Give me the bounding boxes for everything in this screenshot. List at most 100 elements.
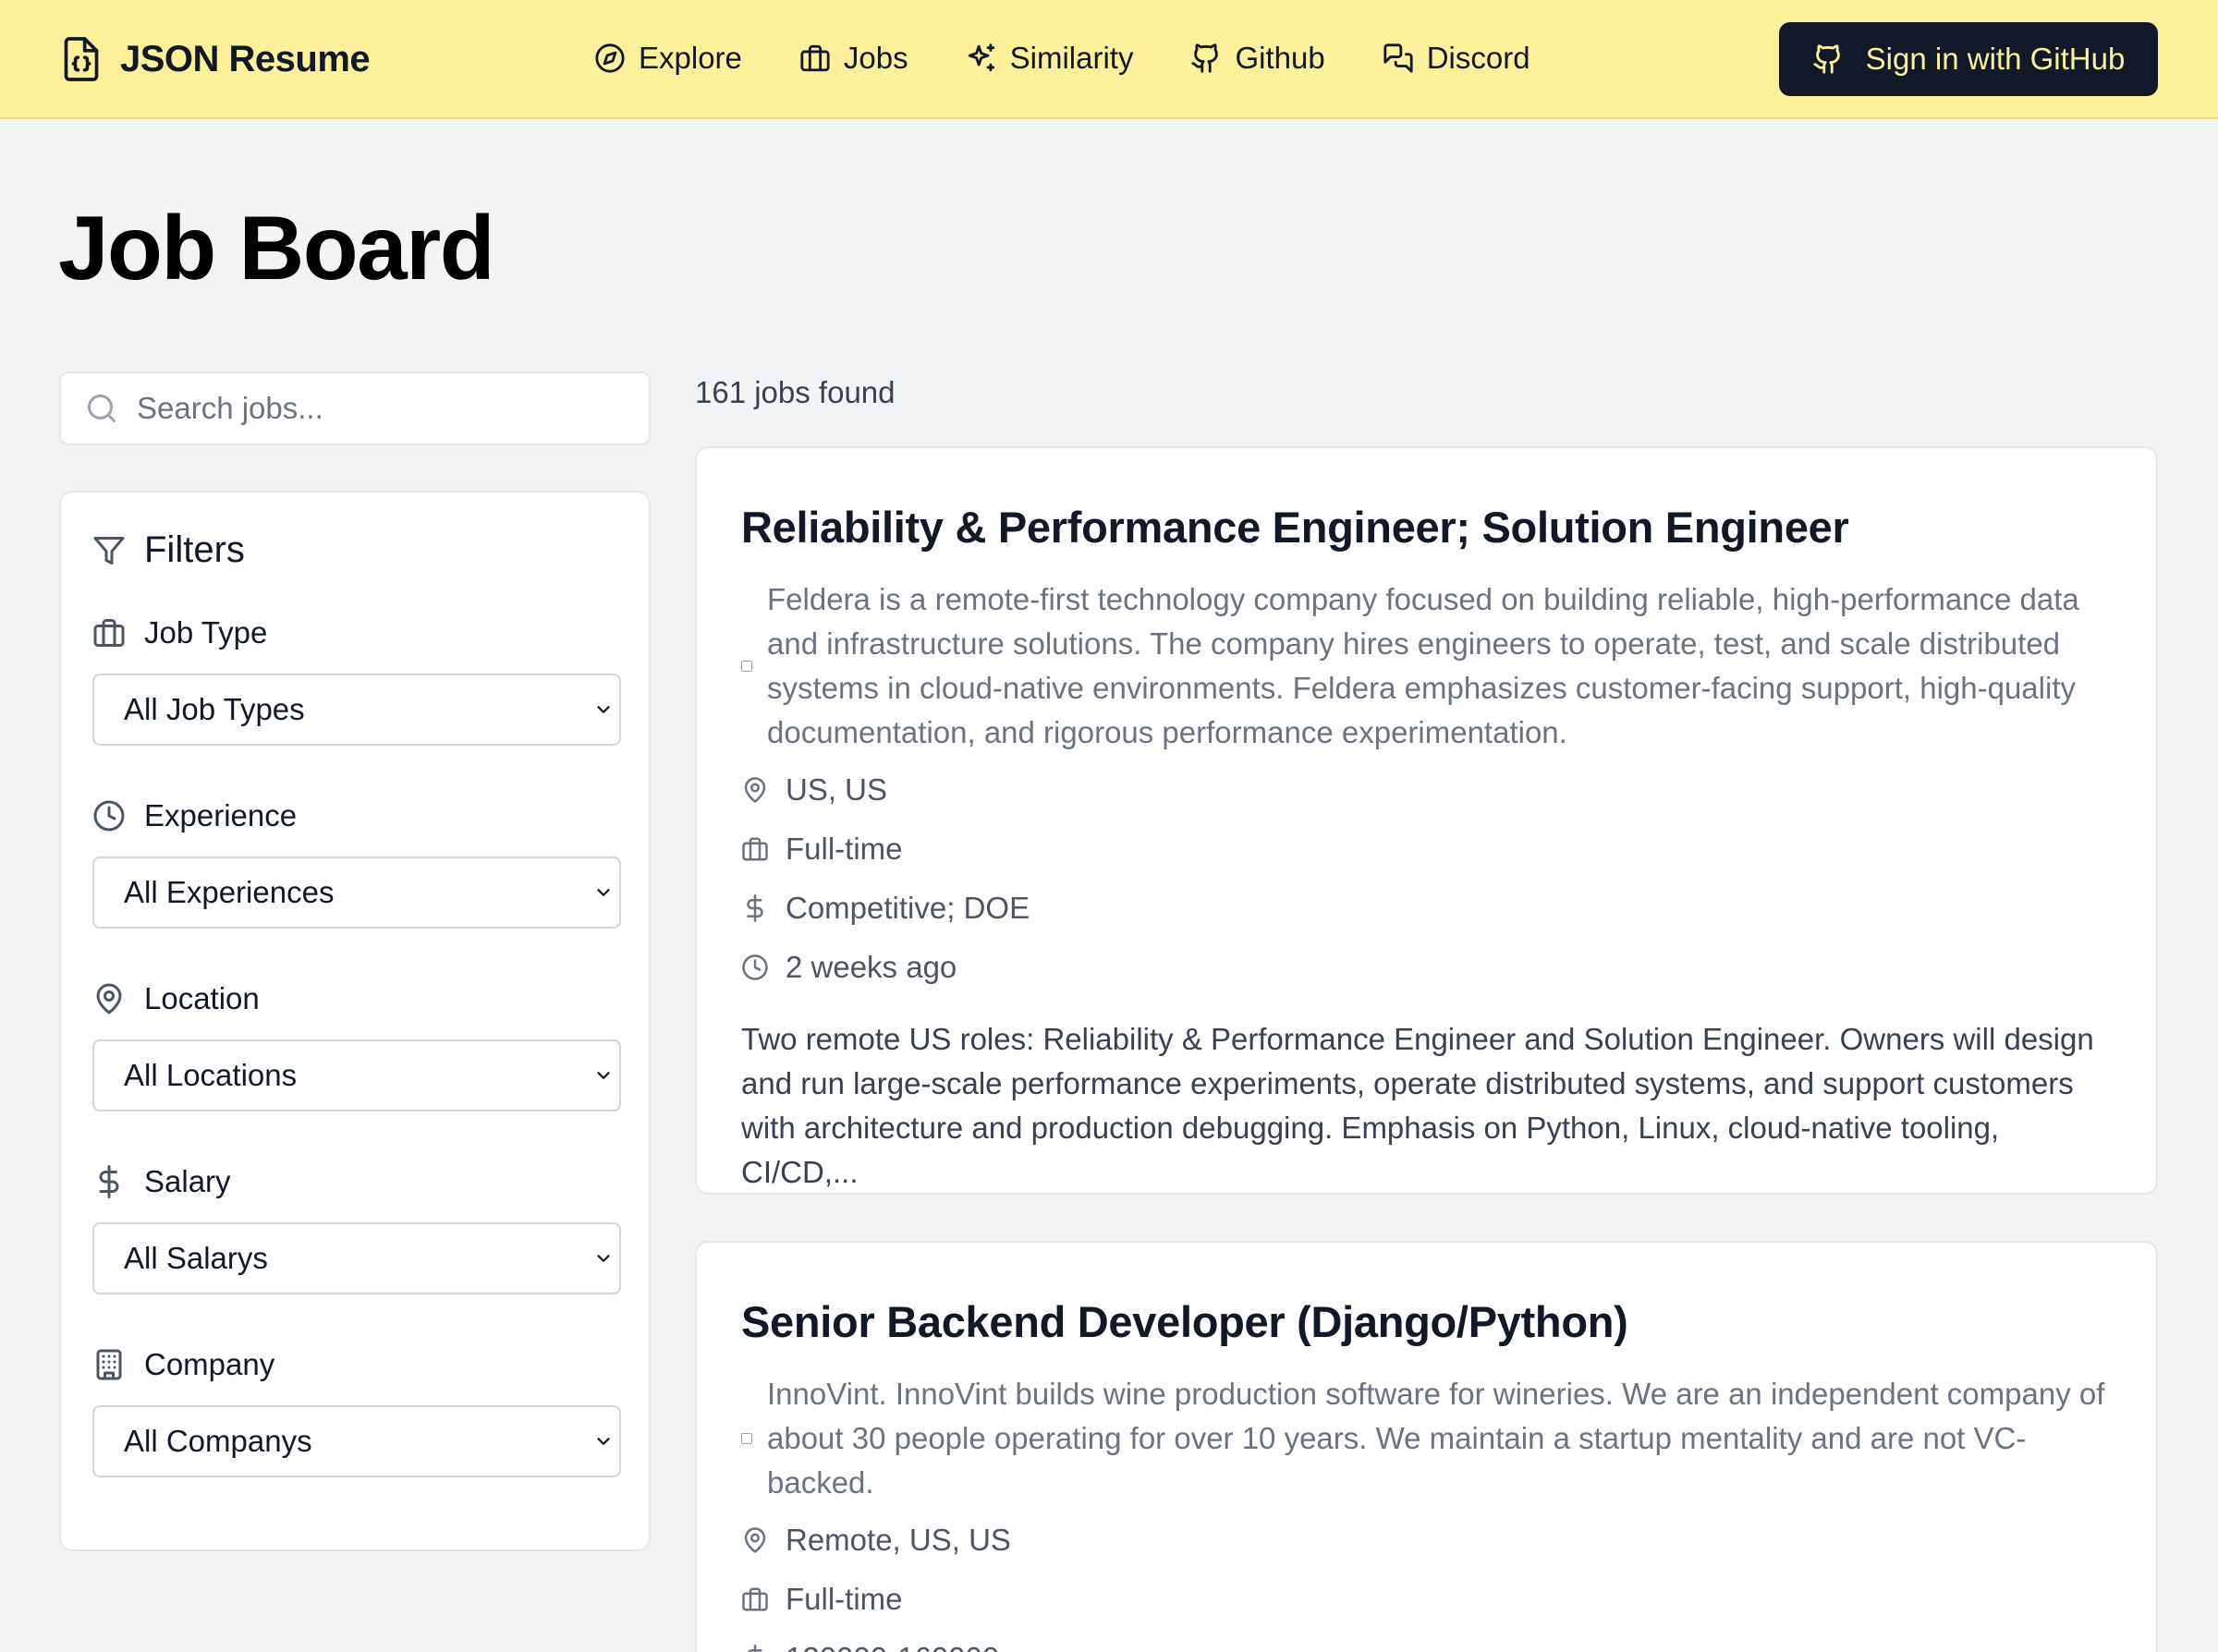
- job-salary: Competitive; DOE: [741, 890, 1030, 927]
- filter-experience: Experience All Experiences: [92, 797, 621, 929]
- job-card[interactable]: Reliability & Performance Engineer; Solu…: [695, 446, 2158, 1195]
- summary-line: and run large-scale performance experime…: [741, 1066, 2074, 1100]
- brand-link[interactable]: JSON Resume: [61, 37, 371, 81]
- results-count: 161 jobs found: [695, 375, 896, 409]
- top-navigation-bar: JSON Resume Explore Jobs Similarity Gith…: [0, 0, 2218, 119]
- company-logo-icon: [741, 1433, 752, 1444]
- company-select[interactable]: All Companys: [92, 1405, 621, 1477]
- search-icon: [85, 392, 118, 425]
- company-line: backed.: [767, 1465, 874, 1500]
- salary-selected: All Salarys: [124, 1241, 268, 1275]
- filters-header: Filters: [92, 529, 245, 571]
- job-salary-text: 120000-160000: [786, 1641, 999, 1652]
- sign-in-github-button[interactable]: Sign in with GitHub: [1779, 22, 2158, 96]
- chevron-down-icon: [597, 1255, 610, 1262]
- file-code-icon: [61, 37, 102, 81]
- filter-salary: Salary All Salarys: [92, 1163, 621, 1294]
- filter-company-label: Company: [144, 1347, 275, 1381]
- summary-line: Two remote US roles: Reliability & Perfo…: [741, 1022, 2094, 1056]
- experience-select[interactable]: All Experiences: [92, 856, 621, 929]
- chevron-down-icon: [597, 706, 610, 713]
- nav-explore-label: Explore: [639, 41, 742, 75]
- location-selected: All Locations: [124, 1058, 298, 1092]
- company-line: and infrastructure solutions. The compan…: [767, 626, 2061, 661]
- brand-name: JSON Resume: [120, 38, 371, 79]
- map-pin-icon: [741, 776, 769, 804]
- briefcase-icon: [799, 43, 831, 74]
- company-line: documentation, and rigorous performance …: [767, 715, 1567, 749]
- job-posted-text: 2 weeks ago: [786, 950, 957, 984]
- dollar-icon: [741, 894, 769, 922]
- job-location-text: Remote, US, US: [786, 1523, 1011, 1557]
- job-type: Full-time: [741, 1581, 903, 1618]
- filters-title: Filters: [144, 529, 245, 570]
- nav-jobs[interactable]: Jobs: [799, 41, 908, 76]
- nav-similarity-label: Similarity: [1009, 41, 1134, 75]
- job-title: Reliability & Performance Engineer; Solu…: [741, 503, 1849, 552]
- nav-discord-label: Discord: [1426, 41, 1530, 75]
- chevron-down-icon: [597, 1072, 610, 1079]
- company-line: Feldera is a remote-first technology com…: [767, 582, 2079, 616]
- company-line: about 30 people operating for over 10 ye…: [767, 1421, 2027, 1455]
- building-icon: [92, 1348, 126, 1381]
- dollar-icon: [92, 1165, 126, 1198]
- filter-company: Company All Companys: [92, 1346, 621, 1477]
- nav-github[interactable]: Github: [1190, 41, 1325, 76]
- briefcase-icon: [741, 835, 769, 863]
- nav-explore[interactable]: Explore: [594, 41, 742, 76]
- company-line: systems in cloud-native environments. Fe…: [767, 671, 2076, 705]
- nav-jobs-label: Jobs: [843, 41, 908, 75]
- map-pin-icon: [92, 982, 126, 1015]
- filter-location: Location All Locations: [92, 980, 621, 1111]
- job-type: Full-time: [741, 831, 903, 868]
- filter-salary-label: Salary: [144, 1164, 231, 1198]
- job-type-text: Full-time: [786, 1582, 903, 1616]
- page-title: Job Board: [58, 197, 495, 298]
- company-selected: All Companys: [124, 1424, 312, 1458]
- briefcase-icon: [741, 1585, 769, 1613]
- job-type-selected: All Job Types: [124, 692, 305, 726]
- filter-experience-label: Experience: [144, 798, 298, 832]
- nav-similarity[interactable]: Similarity: [966, 41, 1134, 76]
- nav-discord[interactable]: Discord: [1383, 41, 1530, 76]
- sparkles-icon: [966, 43, 997, 74]
- job-summary: Two remote US roles: Reliability & Perfo…: [741, 1017, 2118, 1193]
- job-title: Senior Backend Developer (Django/Python): [741, 1297, 1628, 1346]
- chevron-down-icon: [597, 1438, 610, 1445]
- job-posted: 2 weeks ago: [741, 949, 957, 986]
- chevron-down-icon: [597, 889, 610, 896]
- filter-job-type-label: Job Type: [144, 615, 268, 650]
- company-logo-icon: [741, 661, 752, 672]
- filters-panel: Filters Job Type All Job Types Experienc…: [59, 491, 651, 1551]
- job-card[interactable]: Senior Backend Developer (Django/Python)…: [695, 1241, 2158, 1652]
- filter-location-label: Location: [144, 981, 260, 1015]
- dollar-icon: [741, 1645, 769, 1652]
- job-location: Remote, US, US: [741, 1522, 1011, 1559]
- messages-icon: [1383, 43, 1414, 74]
- company-description: InnoVint. InnoVint builds wine productio…: [741, 1372, 2104, 1505]
- job-type-select[interactable]: All Job Types: [92, 674, 621, 746]
- search-input[interactable]: [137, 391, 636, 426]
- job-salary: 120000-160000: [741, 1640, 999, 1652]
- briefcase-icon: [92, 616, 126, 650]
- search-box: [59, 371, 651, 445]
- filter-job-type: Job Type All Job Types: [92, 614, 621, 746]
- compass-icon: [594, 43, 626, 74]
- filter-icon: [92, 534, 126, 567]
- job-type-text: Full-time: [786, 832, 903, 866]
- company-line: InnoVint. InnoVint builds wine productio…: [767, 1377, 2105, 1411]
- company-description: Feldera is a remote-first technology com…: [741, 577, 2079, 755]
- map-pin-icon: [741, 1526, 769, 1554]
- salary-select[interactable]: All Salarys: [92, 1222, 621, 1294]
- nav-github-label: Github: [1235, 41, 1325, 75]
- main-nav: Explore Jobs Similarity Github Discord: [594, 41, 1530, 76]
- sign-in-label: Sign in with GitHub: [1865, 42, 2126, 76]
- clock-icon: [92, 799, 126, 832]
- job-salary-text: Competitive; DOE: [786, 891, 1030, 925]
- summary-line: with architecture and production debuggi…: [741, 1111, 2000, 1189]
- clock-icon: [741, 954, 769, 981]
- job-location-text: US, US: [786, 772, 888, 807]
- github-icon: [1812, 43, 1844, 75]
- location-select[interactable]: All Locations: [92, 1039, 621, 1111]
- experience-selected: All Experiences: [124, 875, 335, 909]
